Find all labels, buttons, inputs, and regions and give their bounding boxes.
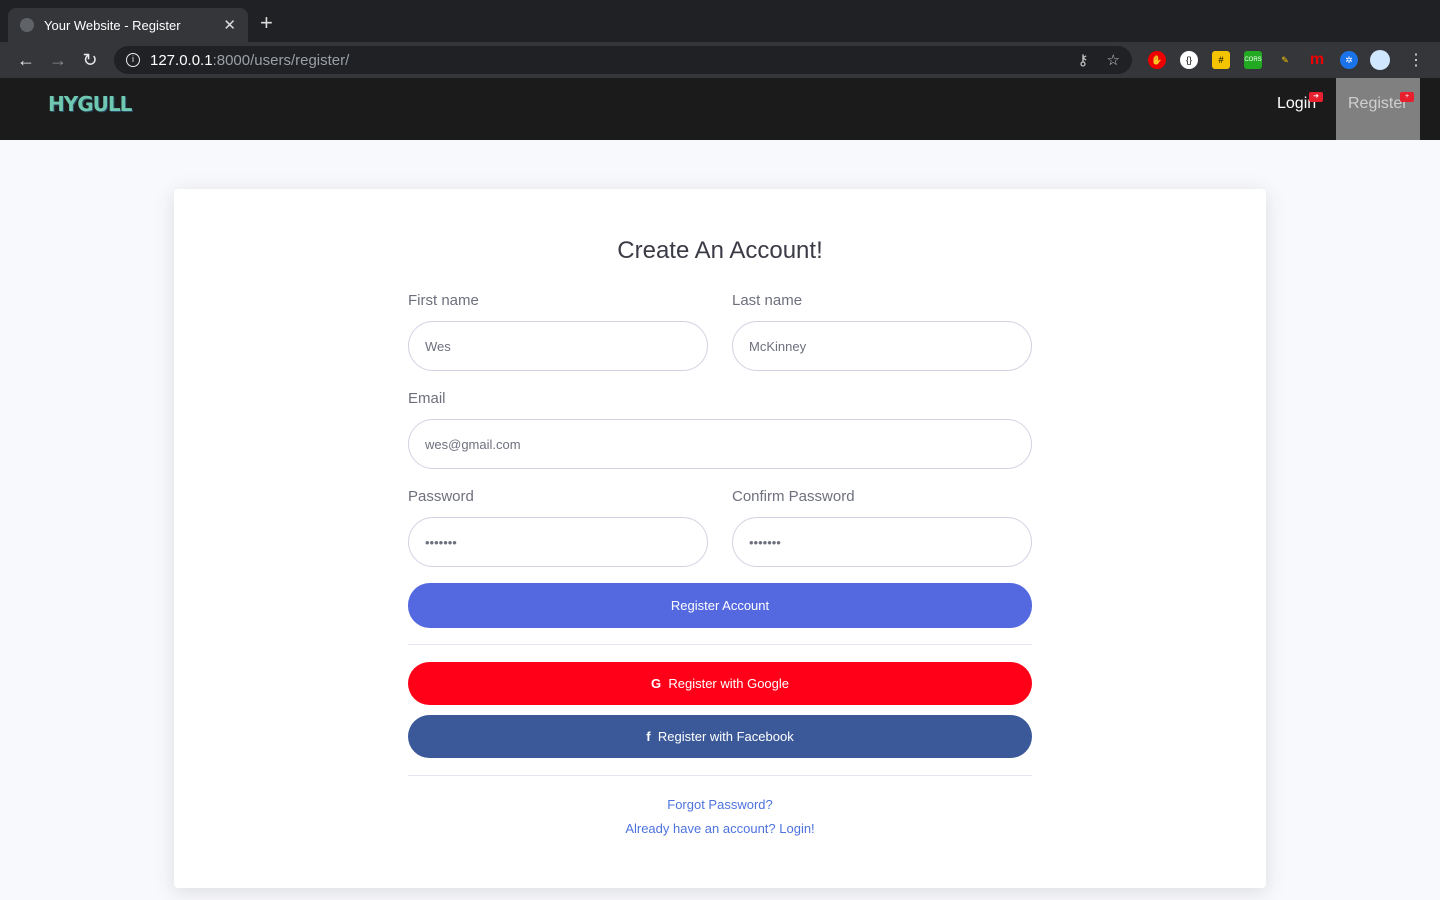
nav-login[interactable]: Login ➜ [1265,78,1328,140]
login-link[interactable]: Already have an account? Login! [174,821,1266,836]
url-path: :8000/users/register/ [212,51,350,69]
sign-in-icon: ➜ [1309,92,1323,102]
nav-register[interactable]: Register + [1336,78,1420,140]
hygull-logo[interactable]: HYGULL [48,92,132,116]
divider [408,775,1032,776]
password-label: Password [408,488,474,505]
register-card: Create An Account! First name Last name … [174,189,1266,888]
globe-icon [20,18,34,32]
back-icon[interactable]: ← [10,50,42,71]
blue-extension-icon[interactable]: ✲ [1340,51,1358,69]
last-name-label: Last name [732,292,803,309]
register-account-button[interactable]: Register Account [408,583,1032,628]
user-plus-icon: + [1400,92,1414,102]
tab-title: Your Website - Register [44,17,181,33]
site-navbar: Login ➜ Register + [0,78,1440,140]
first-name-input[interactable] [408,321,708,371]
forgot-password-link[interactable]: Forgot Password? [174,797,1266,812]
register-google-button[interactable]: G Register with Google [408,662,1032,705]
info-icon[interactable]: i [126,53,140,67]
nav-register-label: Register [1348,95,1408,112]
close-icon[interactable]: ✕ [223,16,236,34]
confirm-password-label: Confirm Password [732,488,855,505]
facebook-button-label: Register with Facebook [657,729,794,744]
forward-icon[interactable]: → [42,50,74,71]
adblock-extension-icon[interactable]: ✋ [1148,51,1166,69]
hash-extension-icon[interactable]: # [1212,51,1230,69]
key-icon[interactable]: ⚷ [1078,51,1089,69]
email-input[interactable] [408,419,1032,469]
last-name-input[interactable] [732,321,1032,371]
url-host: 127.0.0.1 [150,51,213,69]
json-extension-icon[interactable]: {} [1180,51,1198,69]
register-facebook-button[interactable]: f Register with Facebook [408,715,1032,758]
browser-toolbar: ← → ↻ i 127.0.0.1:8000/users/register/ ⚷… [0,42,1440,78]
reload-icon[interactable]: ↻ [74,50,106,71]
google-button-label: Register with Google [668,676,790,691]
first-name-label: First name [408,292,479,309]
google-icon: G [650,676,662,691]
page-title: Create An Account! [617,237,823,264]
email-label: Email [408,390,446,407]
browser-tab-bar: Your Website - Register ✕ + [0,0,1440,42]
password-input[interactable] [408,517,708,567]
star-icon[interactable]: ☆ [1107,51,1120,69]
facebook-icon: f [646,729,651,744]
highlighter-extension-icon[interactable]: ✎ [1276,51,1294,69]
m-extension-icon[interactable]: m [1308,51,1326,69]
browser-tab[interactable]: Your Website - Register ✕ [8,8,248,42]
profile-avatar[interactable] [1370,50,1390,70]
more-menu-icon[interactable]: ⋮ [1408,50,1424,70]
address-bar[interactable]: i 127.0.0.1:8000/users/register/ ⚷ ☆ [114,46,1132,74]
new-tab-icon[interactable]: + [260,10,273,36]
confirm-password-input[interactable] [732,517,1032,567]
cors-extension-icon[interactable]: CORS [1244,51,1262,69]
divider [408,644,1032,645]
